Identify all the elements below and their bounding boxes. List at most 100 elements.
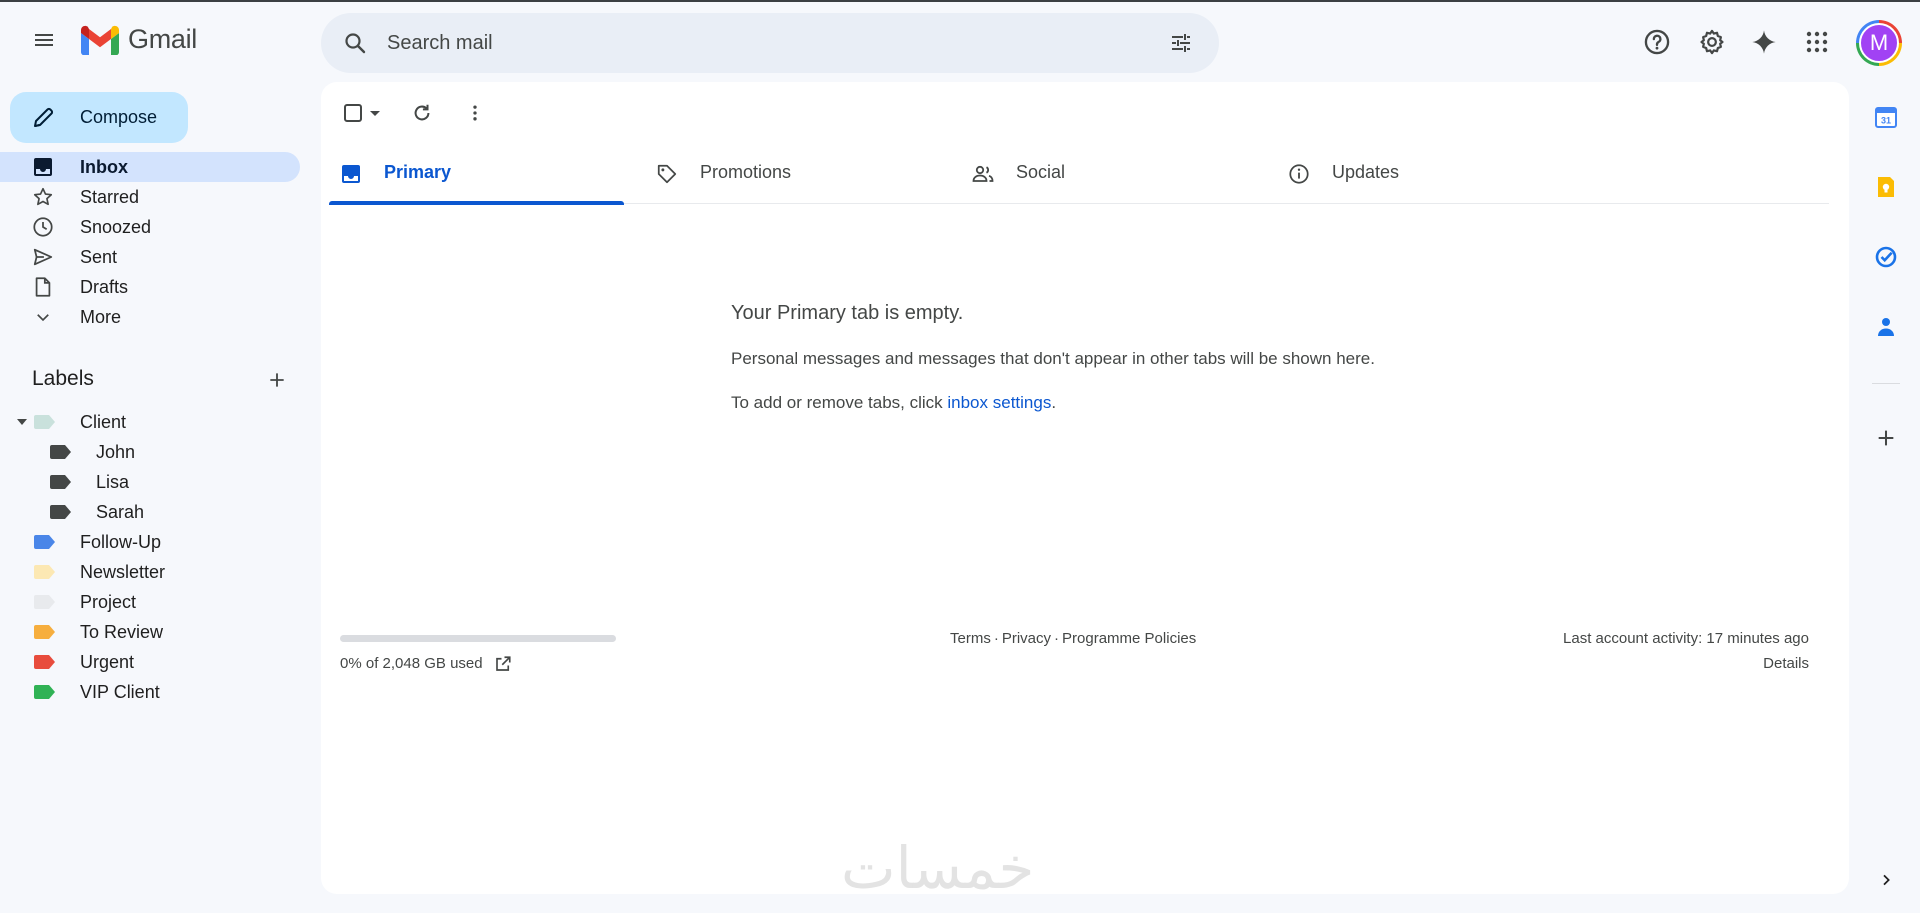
star-icon (32, 186, 54, 208)
draft-icon (32, 276, 54, 298)
programme-policies-link[interactable]: Programme Policies (1062, 630, 1196, 647)
label-item-to-review[interactable]: To Review (0, 617, 300, 647)
search-options-button[interactable] (1161, 23, 1201, 63)
label-tag-icon (50, 475, 71, 489)
label-item-newsletter[interactable]: Newsletter (0, 557, 300, 587)
nav-item-label: Starred (80, 187, 140, 207)
search-bar (321, 13, 1219, 73)
label-item-john[interactable]: John (0, 437, 300, 467)
watermark: خمسات (841, 834, 1035, 902)
tasks-addon-button[interactable] (1870, 241, 1902, 273)
settings-button[interactable] (1692, 22, 1732, 62)
calendar-icon: 31 (1875, 107, 1897, 128)
footer-links: Terms · Privacy · Programme Policies (950, 630, 1196, 647)
contacts-icon (1878, 318, 1894, 336)
footer-separator: · (1054, 630, 1060, 647)
storage-usage-text: 0% of 2,048 GB used (340, 655, 483, 672)
calendar-addon-button[interactable]: 31 (1870, 101, 1902, 133)
manage-storage-button[interactable] (493, 654, 513, 674)
label-name: Follow-Up (80, 532, 162, 552)
people-icon (971, 162, 995, 186)
label-item-project[interactable]: Project (0, 587, 300, 617)
label-name: VIP Client (80, 682, 160, 702)
label-item-urgent[interactable]: Urgent (0, 647, 300, 677)
label-tag-icon (34, 565, 55, 579)
compose-button[interactable]: Compose (10, 92, 188, 143)
label-item-client[interactable]: Client (0, 407, 300, 437)
storage-usage-bar (340, 635, 616, 642)
get-addons-button[interactable] (1870, 422, 1902, 454)
create-label-button[interactable] (262, 365, 292, 395)
tab-updates[interactable]: Updates (1277, 142, 1572, 204)
label-item-lisa[interactable]: Lisa (0, 467, 300, 497)
search-button[interactable] (335, 23, 375, 63)
select-dropdown-button[interactable] (341, 96, 387, 130)
refresh-button[interactable] (404, 96, 440, 130)
google-apps-button[interactable] (1797, 22, 1837, 62)
label-item-follow-up[interactable]: Follow-Up (0, 527, 300, 557)
label-tag-icon (34, 535, 55, 549)
tab-primary[interactable]: Primary (329, 142, 624, 205)
nav-item-inbox[interactable]: Inbox (0, 152, 300, 182)
contacts-addon-button[interactable] (1870, 311, 1902, 343)
refresh-icon (414, 104, 430, 121)
terms-link[interactable]: Terms (950, 630, 991, 647)
plus-icon (1878, 430, 1894, 446)
account-avatar-button[interactable]: M (1856, 20, 1902, 66)
plus-icon (270, 373, 284, 387)
label-item-sarah[interactable]: Sarah (0, 497, 300, 527)
nav-item-sent[interactable]: Sent (0, 242, 300, 272)
show-side-panel-button[interactable] (1870, 864, 1902, 896)
more-vert-icon (473, 105, 477, 121)
label-tag-icon (50, 505, 71, 519)
keep-addon-button[interactable] (1870, 171, 1902, 203)
nav-item-label: Inbox (80, 157, 128, 177)
tag-icon (655, 162, 679, 186)
nav-item-more[interactable]: More (0, 302, 300, 332)
hint-text: To add or remove tabs, click (731, 393, 948, 412)
tab-promotions[interactable]: Promotions (645, 142, 940, 204)
main-content: Primary Promotions Social Updates Your P… (321, 82, 1849, 902)
gmail-logo[interactable]: Gmail (80, 24, 197, 55)
label-name: Lisa (96, 472, 130, 492)
inbox-icon (339, 162, 363, 186)
label-name: Sarah (96, 502, 145, 522)
last-account-activity: Last account activity: 17 minutes ago (1563, 630, 1809, 647)
inbox-tabs: Primary Promotions Social Updates (329, 142, 1829, 205)
nav-item-drafts[interactable]: Drafts (0, 272, 300, 302)
mailbox-nav: Inbox Starred Snoozed Sent Drafts More (0, 152, 300, 332)
support-button[interactable] (1637, 22, 1677, 62)
label-item-vip-client[interactable]: VIP Client (0, 677, 300, 707)
label-name: Client (80, 412, 127, 432)
empty-state-title: Your Primary tab is empty. (731, 302, 964, 324)
sparkle-icon (1752, 30, 1776, 54)
tab-label: Social (1016, 162, 1066, 182)
gear-icon (1700, 29, 1724, 55)
avatar: M (1859, 23, 1899, 63)
keep-icon (1878, 177, 1894, 197)
search-input[interactable] (387, 28, 1127, 58)
activity-details-link[interactable]: Details (1763, 655, 1809, 672)
nav-item-label: Snoozed (80, 217, 152, 237)
main-menu-button[interactable] (24, 20, 64, 60)
chevron-right-icon (1883, 874, 1890, 886)
gmail-m-logo-icon (81, 25, 119, 55)
inbox-settings-link[interactable]: inbox settings (947, 393, 1051, 412)
labels-heading: Labels (32, 367, 94, 390)
label-tag-icon (50, 445, 71, 459)
gmail-brand-text: Gmail (128, 24, 198, 54)
nav-item-label: More (80, 307, 122, 327)
tab-label: Updates (1332, 162, 1400, 182)
svg-text:31: 31 (1881, 116, 1891, 126)
open-in-new-icon (496, 656, 511, 671)
caret-down-icon[interactable] (16, 416, 28, 428)
nav-item-snoozed[interactable]: Snoozed (0, 212, 300, 242)
more-options-button[interactable] (458, 96, 492, 130)
gemini-button[interactable] (1744, 22, 1784, 62)
nav-item-starred[interactable]: Starred (0, 182, 300, 212)
privacy-link[interactable]: Privacy (1002, 630, 1051, 647)
pencil-icon (34, 107, 54, 127)
hamburger-menu-icon (35, 34, 53, 46)
tasks-icon (1875, 246, 1897, 268)
tab-social[interactable]: Social (961, 142, 1256, 204)
